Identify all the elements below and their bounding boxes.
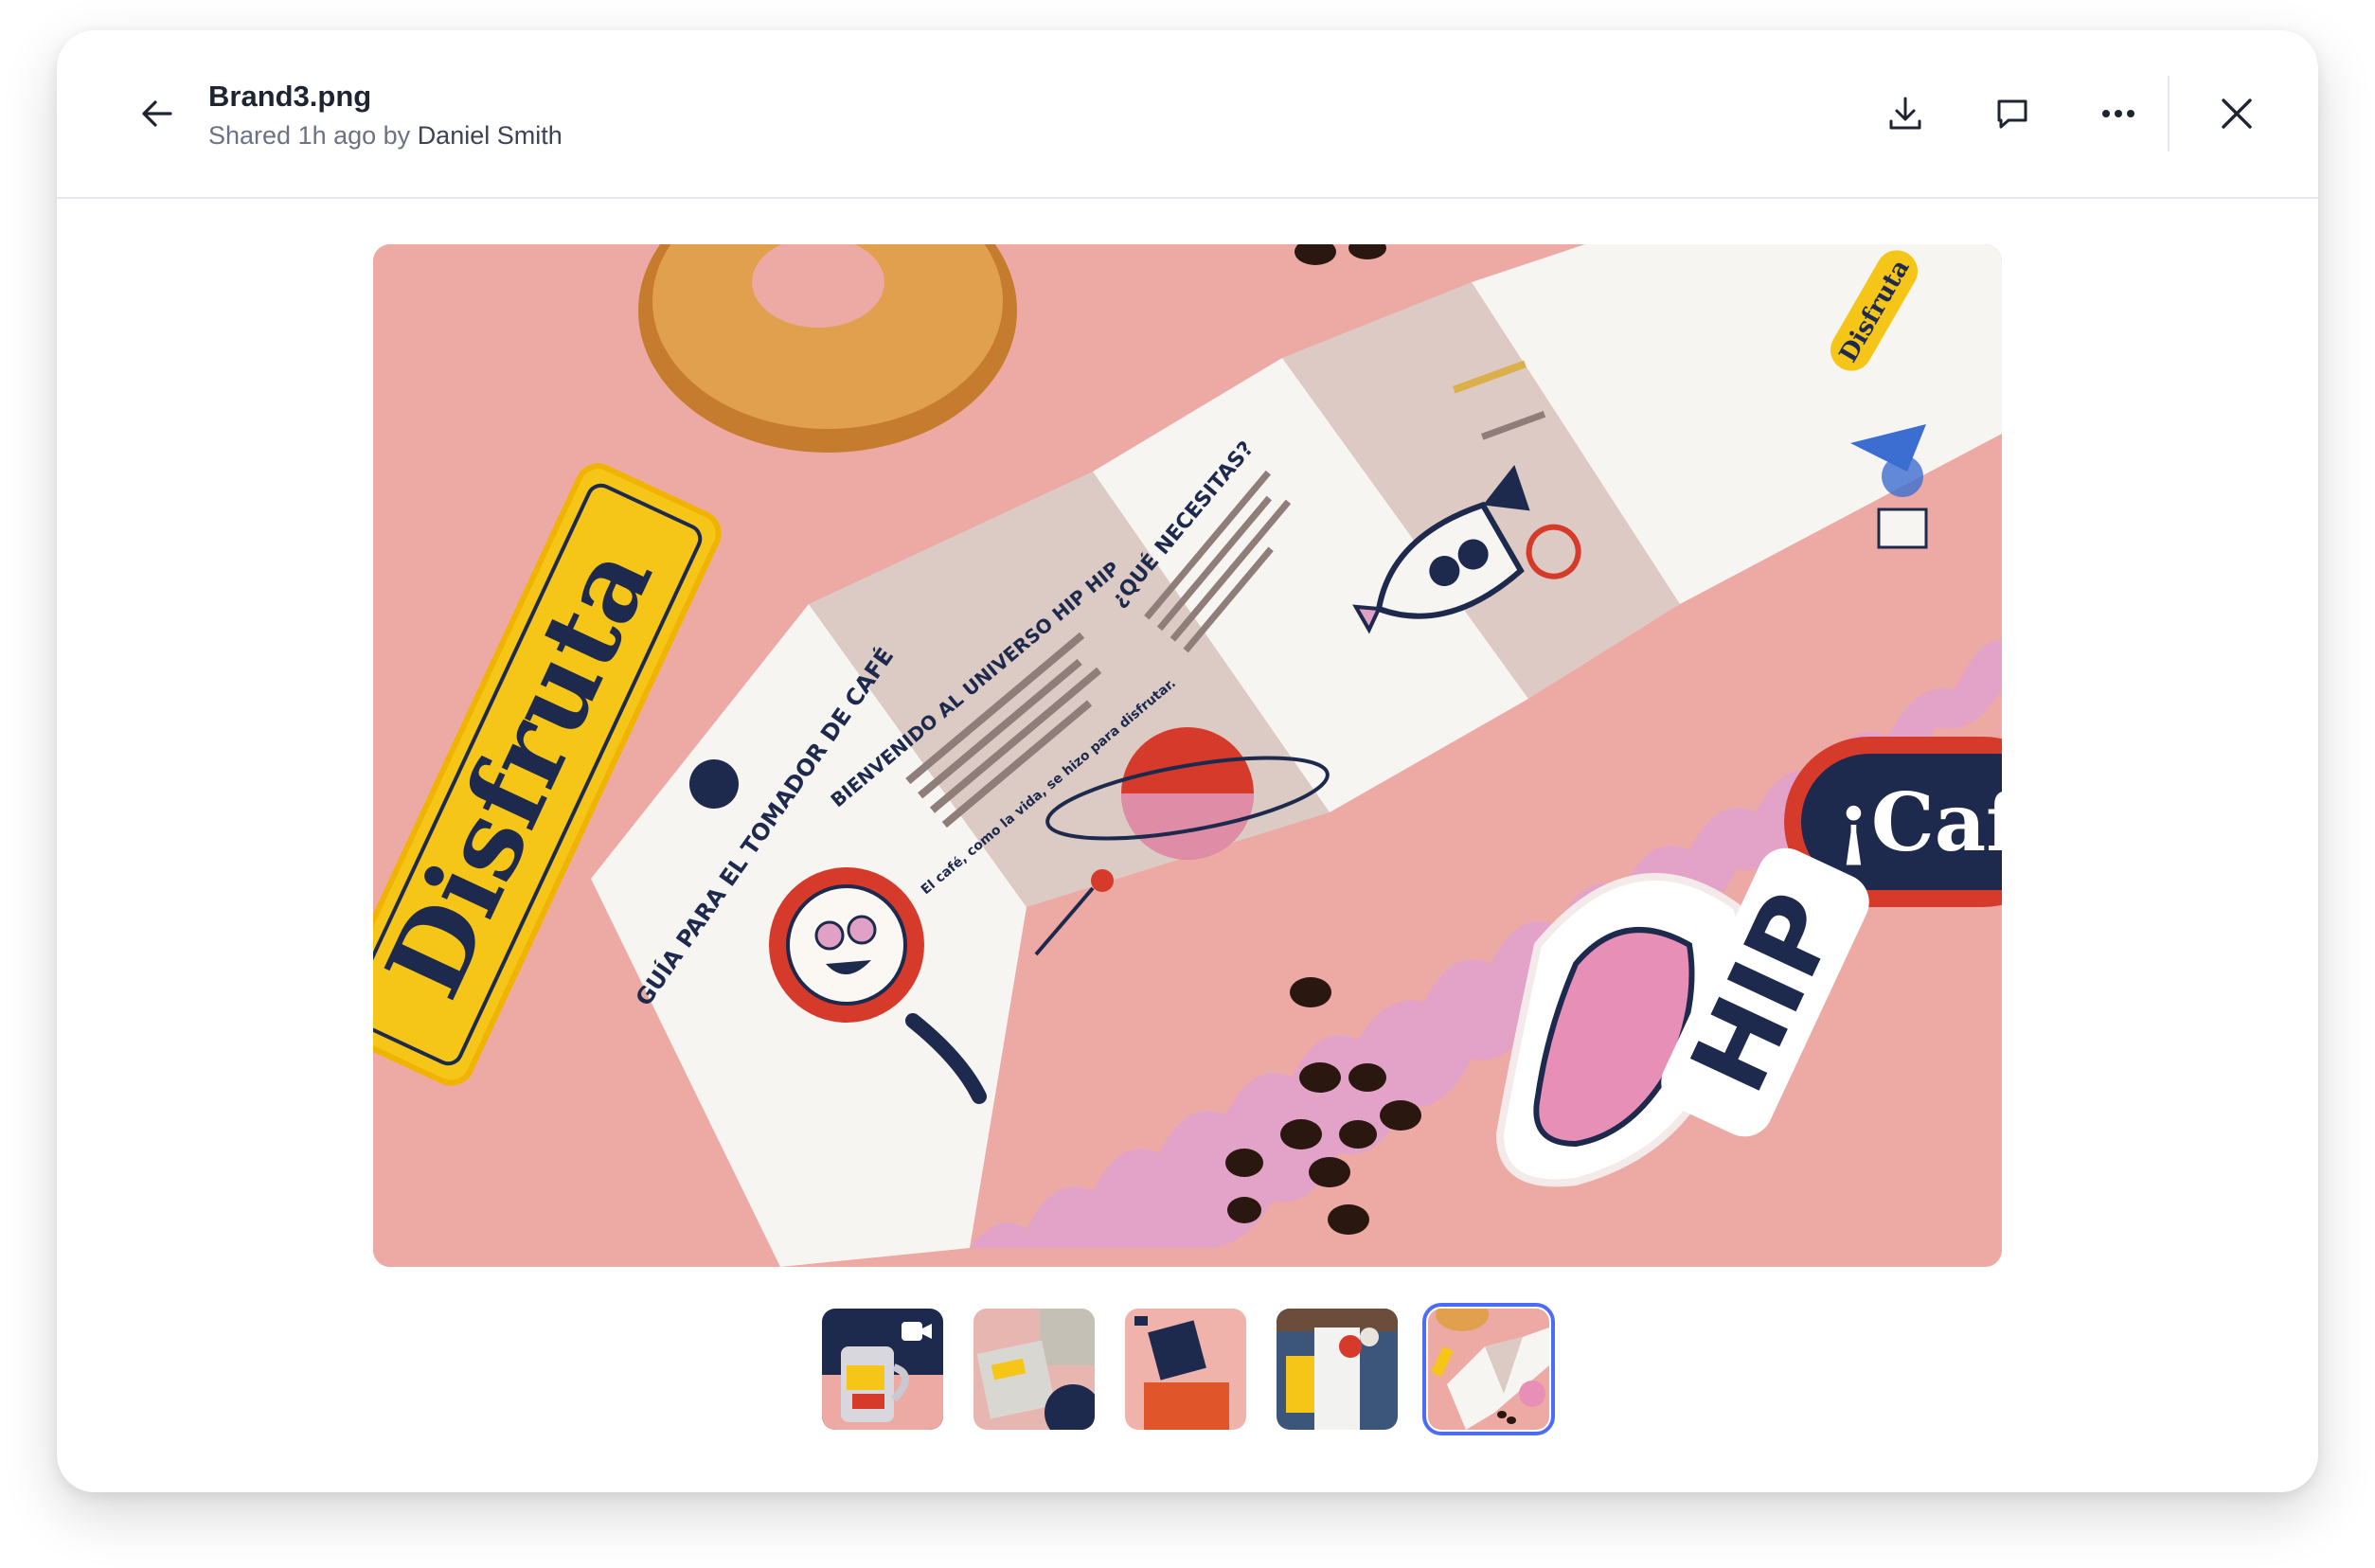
thumbnail-denim-jacket[interactable] (1277, 1309, 1398, 1430)
cafe-sticker-text: ¡Caf (1836, 775, 2002, 869)
header-divider (2168, 76, 2170, 151)
comment-icon (1997, 99, 2027, 129)
more-horizontal-icon (2102, 110, 2134, 117)
thumbnail-strip (822, 1303, 1555, 1435)
image-preview: Disfruta GUÍA PARA EL TOMADOR DE CAFÉ BI… (373, 244, 2002, 1267)
shared-time-text: Shared 1h ago by (208, 121, 411, 150)
close-button[interactable] (2199, 76, 2275, 151)
file-title-block: Brand3.png Shared 1h ago by Daniel Smith (208, 78, 562, 153)
thumbnail-brochure[interactable] (1422, 1303, 1555, 1435)
modal-header: Brand3.png Shared 1h ago by Daniel Smith (57, 30, 2318, 199)
file-preview-modal: Brand3.png Shared 1h ago by Daniel Smith (57, 30, 2318, 1492)
thumbnail-coffee-bags[interactable] (1125, 1309, 1246, 1430)
download-icon (1889, 97, 1921, 130)
arrow-left-icon (142, 100, 172, 127)
file-name: Brand3.png (208, 80, 372, 113)
download-button[interactable] (1867, 76, 1943, 151)
comment-button[interactable] (1974, 76, 2050, 151)
shared-by-author[interactable]: Daniel Smith (418, 121, 562, 150)
back-button[interactable] (119, 76, 195, 151)
video-camera-icon (902, 1322, 932, 1341)
file-meta: Shared 1h ago by Daniel Smith (208, 117, 562, 153)
more-options-button[interactable] (2080, 76, 2156, 151)
thumbnail-mug-video[interactable] (822, 1309, 943, 1430)
thumbnail-packaging[interactable] (973, 1309, 1095, 1430)
close-icon (2222, 98, 2252, 129)
brochure-photo: Disfruta GUÍA PARA EL TOMADOR DE CAFÉ BI… (373, 244, 2002, 1267)
